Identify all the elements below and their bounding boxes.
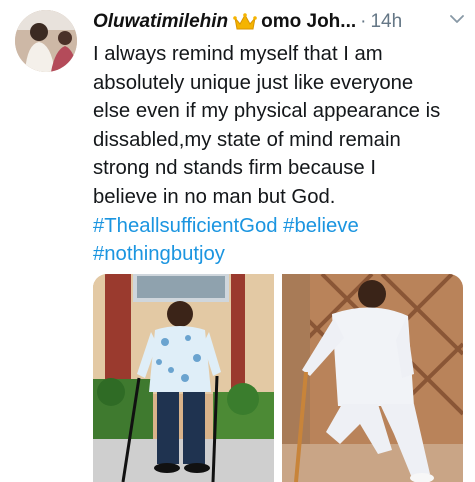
- hashtag-link[interactable]: #TheallsufficientGod: [93, 215, 278, 237]
- more-options-chevron-icon[interactable]: [449, 14, 465, 24]
- author-name-suffix[interactable]: omo Joh...: [261, 11, 356, 33]
- tweet-header: Oluwatimilehin omo Joh... · 14h: [93, 10, 465, 34]
- tweet-text-line: believe in no man but God.: [93, 185, 336, 208]
- tweet-text-line: absolutely unique just like everyone: [93, 71, 414, 94]
- tweet-text-line: I always remind myself that I am: [93, 43, 383, 65]
- crown-emoji-icon: [233, 13, 257, 31]
- tweet-body: I always remind myself that I am absolut…: [93, 40, 465, 269]
- tweet-media: [93, 274, 463, 482]
- photo-man-white-outfit: [282, 274, 463, 482]
- meta-separator: ·: [360, 11, 367, 32]
- tweet-text-line: dissabled,my state of mind remain: [93, 128, 401, 151]
- hashtag-link[interactable]: #nothingbutjoy: [93, 243, 225, 265]
- tweet-text-line: strong nd stands firm because I: [93, 157, 376, 180]
- tweet-text-line: else even if my physical appearance is: [93, 100, 441, 123]
- avatar-image: [15, 10, 77, 72]
- tweet-timestamp[interactable]: 14h: [370, 11, 402, 33]
- hashtag-link[interactable]: #believe: [283, 215, 359, 237]
- media-photo-2[interactable]: [282, 274, 463, 482]
- photo-man-blue-shirt: [93, 274, 274, 482]
- author-name[interactable]: Oluwatimilehin: [93, 11, 228, 33]
- author-avatar[interactable]: [15, 10, 77, 72]
- media-photo-1[interactable]: [93, 274, 274, 482]
